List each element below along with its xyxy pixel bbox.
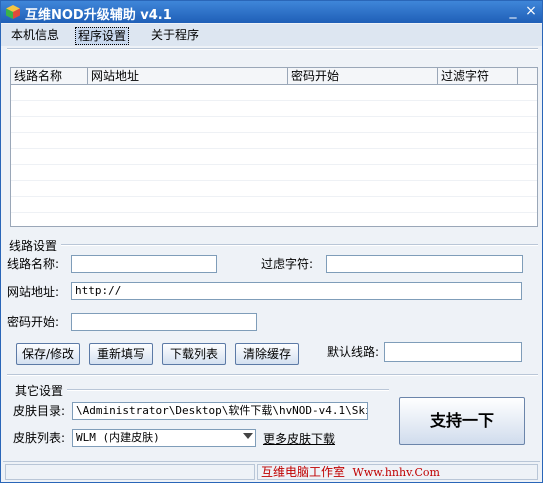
other-settings-divider <box>67 389 389 391</box>
more-skins-link[interactable]: 更多皮肤下载 <box>263 430 335 447</box>
status-cell-empty <box>5 464 255 480</box>
menu-separator <box>7 48 538 50</box>
route-table[interactable]: 线路名称 网站地址 密码开始 过滤字符 <box>10 67 538 227</box>
column-header-url[interactable]: 网站地址 <box>88 68 288 84</box>
route-name-label: 线路名称: <box>7 257 60 271</box>
other-settings-heading: 其它设置 <box>15 382 68 399</box>
column-header-filter[interactable]: 过滤字符 <box>438 68 518 84</box>
chevron-down-icon[interactable] <box>243 433 253 439</box>
skin-dir-label: 皮肤目录: <box>13 404 66 418</box>
table-row <box>11 116 537 117</box>
settings-separator <box>7 374 538 376</box>
table-row <box>11 148 537 149</box>
clear-cache-button[interactable]: 清除缓存 <box>235 343 299 365</box>
studio-url[interactable]: Www.hnhv.Com <box>353 466 440 479</box>
table-header: 线路名称 网站地址 密码开始 过滤字符 <box>11 68 537 85</box>
url-input[interactable]: http:// <box>71 282 522 300</box>
status-cell-info: 互维电脑工作室 Www.hnhv.Com <box>257 464 538 480</box>
app-cube-icon <box>6 5 20 19</box>
menu-item-settings[interactable]: 程序设置 <box>75 27 130 45</box>
skin-list-value: WLM (内建皮肤) <box>76 431 160 444</box>
table-row <box>11 196 537 197</box>
support-button[interactable]: 支持一下 <box>399 397 525 445</box>
window-title: 互维NOD升级辅助 v4.1 <box>25 8 172 23</box>
app-window: 互维NOD升级辅助 v4.1 _ × 本机信息 程序设置 关于程序 线路名称 网… <box>0 0 543 483</box>
menu-item-local-info[interactable]: 本机信息 <box>9 27 61 43</box>
default-route-input[interactable] <box>384 342 522 362</box>
filter-label: 过虑字符: <box>261 257 314 271</box>
table-row <box>11 164 537 165</box>
skin-list-label: 皮肤列表: <box>13 431 66 445</box>
password-start-label: 密码开始: <box>7 315 60 329</box>
skin-dir-input[interactable]: \Administrator\Desktop\软件下载\hvNOD-v4.1\S… <box>72 402 368 420</box>
column-header-password-start[interactable]: 密码开始 <box>288 68 438 84</box>
table-row <box>11 100 537 101</box>
route-name-input[interactable] <box>71 255 217 273</box>
title-bar[interactable]: 互维NOD升级辅助 v4.1 _ × <box>1 1 542 23</box>
close-icon[interactable]: × <box>523 3 539 19</box>
download-list-button[interactable]: 下载列表 <box>162 343 226 365</box>
reset-button[interactable]: 重新填写 <box>89 343 153 365</box>
route-settings-heading: 线路设置 <box>9 237 62 254</box>
filter-input[interactable] <box>326 255 523 273</box>
table-row <box>11 212 537 213</box>
url-label: 网站地址: <box>7 285 60 299</box>
minimize-icon[interactable]: _ <box>505 3 521 19</box>
menu-bar: 本机信息 程序设置 关于程序 <box>1 24 542 46</box>
table-row <box>11 180 537 181</box>
column-header-extra <box>518 68 537 84</box>
column-header-route-name[interactable]: 线路名称 <box>11 68 88 84</box>
table-row <box>11 132 537 133</box>
default-route-label: 默认线路: <box>327 345 380 359</box>
password-start-input[interactable] <box>71 313 257 331</box>
save-button[interactable]: 保存/修改 <box>16 343 80 365</box>
studio-name: 互维电脑工作室 <box>261 465 346 479</box>
route-settings-divider <box>61 244 538 246</box>
menu-item-about[interactable]: 关于程序 <box>149 27 201 43</box>
status-bar: 互维电脑工作室 Www.hnhv.Com <box>3 461 540 482</box>
skin-list-select[interactable]: WLM (内建皮肤) <box>72 429 256 447</box>
